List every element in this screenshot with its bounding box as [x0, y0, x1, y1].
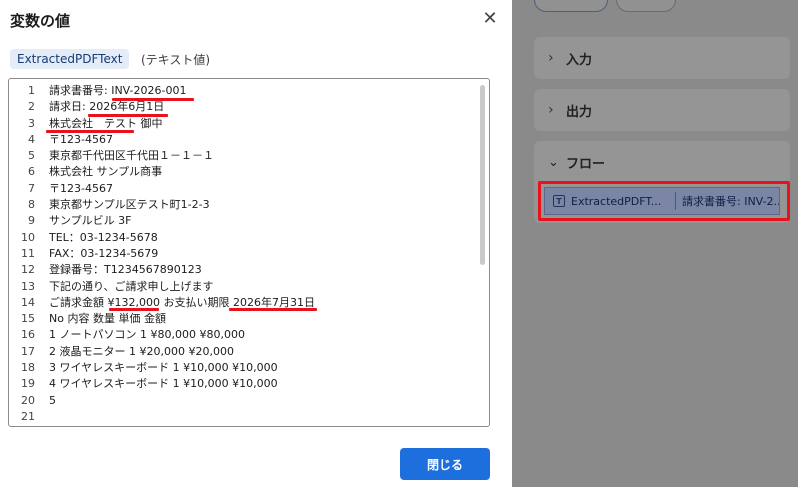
- line-text: 4 ワイヤレスキーボード 1 ¥10,000 ¥10,000: [49, 377, 278, 391]
- line-number: 11: [21, 246, 35, 260]
- annotation-underline: [229, 308, 317, 311]
- line-number: 19: [21, 377, 35, 391]
- line-number: 8: [28, 198, 35, 212]
- close-button[interactable]: 閉じる: [400, 448, 490, 480]
- line-number: 10: [21, 230, 35, 244]
- line-text: 下記の通り、ご請求申し上げます: [49, 279, 214, 293]
- text-line: 16 1 ノートパソコン 1 ¥80,000 ¥80,000: [9, 327, 479, 343]
- background-tab-pill: [616, 0, 676, 12]
- line-text: TEL：03-1234-5678: [49, 230, 158, 244]
- text-line: 9 サンプルビル 3F: [9, 213, 479, 229]
- text-line: 8 東京都サンプル区テスト町1-2-3: [9, 197, 479, 213]
- text-line: 10 TEL：03-1234-5678: [9, 230, 479, 246]
- flow-variable-value: 請求書番号: INV-2...: [682, 195, 779, 208]
- line-text: 3 ワイヤレスキーボード 1 ¥10,000 ¥10,000: [49, 361, 278, 375]
- text-line: 12 登録番号：T1234567890123: [9, 262, 479, 278]
- variable-name-chip: ExtractedPDFText: [10, 49, 130, 69]
- line-number: 1: [28, 84, 35, 97]
- section-input-label: 入力: [566, 52, 593, 68]
- line-number: 21: [21, 409, 35, 423]
- chevron-right-icon: ›: [548, 102, 554, 118]
- divider: [675, 192, 676, 210]
- line-text: 登録番号：T1234567890123: [49, 263, 202, 277]
- line-number: 15: [21, 312, 35, 326]
- dialog-title: 変数の値: [10, 12, 71, 30]
- text-line: 1 請求書番号: INV-2026-001: [9, 83, 479, 99]
- annotation-underline: [109, 308, 159, 311]
- line-text: 請求書番号: INV-2026-001: [49, 84, 187, 97]
- text-line: 19 4 ワイヤレスキーボード 1 ¥10,000 ¥10,000: [9, 376, 479, 392]
- variable-type-label: (テキスト値): [141, 53, 211, 67]
- line-number: 17: [21, 344, 35, 358]
- text-variable-icon: T: [553, 195, 565, 207]
- scrollbar-thumb[interactable]: [480, 85, 485, 265]
- flow-variable-name: ExtractedPDFT...: [571, 194, 662, 208]
- line-text: FAX：03-1234-5679: [49, 246, 159, 260]
- text-line: 13 下記の通り、ご請求申し上げます: [9, 279, 479, 295]
- text-line: 7 〒123-4567: [9, 181, 479, 197]
- line-text: 5: [49, 393, 56, 407]
- line-number: 5: [28, 149, 35, 163]
- text-line: 17 2 液晶モニター 1 ¥20,000 ¥20,000: [9, 344, 479, 360]
- line-number: 6: [28, 165, 35, 179]
- text-line: 2 請求日: 2026年6月1日: [9, 99, 479, 115]
- text-line: 4 〒123-4567: [9, 132, 479, 148]
- variable-value-dialog: 変数の値 ✕ ExtractedPDFText (テキスト値) 1 請求書番号: …: [0, 0, 512, 487]
- line-number: 14: [21, 295, 35, 309]
- line-text: 東京都サンプル区テスト町1-2-3: [49, 198, 210, 212]
- line-text: No 内容 数量 単価 金額: [49, 312, 166, 326]
- line-number: 4: [28, 132, 35, 146]
- annotation-underline: [112, 98, 194, 101]
- line-number: 3: [28, 116, 35, 130]
- line-number: 7: [28, 181, 35, 195]
- text-lines: 1 請求書番号: INV-2026-001 2 請求日: 2026年6月1日 3 株式会社…: [9, 83, 479, 425]
- text-line: 6 株式会社 サンプル商事: [9, 164, 479, 180]
- line-text: 〒123-4567: [49, 132, 113, 146]
- line-text: 株式会社 サンプル商事: [49, 165, 163, 179]
- flow-variable-chip[interactable]: T ExtractedPDFT... 請求書番号: INV-2...: [544, 187, 780, 215]
- section-flow-header[interactable]: ⌄ フロー: [534, 141, 790, 184]
- chevron-down-icon: ⌄: [548, 155, 559, 170]
- section-input[interactable]: › 入力: [534, 37, 790, 79]
- section-flow-label: フロー: [566, 157, 606, 172]
- line-number: 12: [21, 263, 35, 277]
- section-output[interactable]: › 出力: [534, 89, 790, 131]
- annotation-underline: [88, 114, 168, 117]
- text-line: 20 5: [9, 393, 479, 409]
- line-number: 2: [28, 100, 35, 114]
- line-text: 1 ノートパソコン 1 ¥80,000 ¥80,000: [49, 328, 245, 342]
- section-output-label: 出力: [566, 104, 593, 120]
- text-line: 5 東京都千代田区千代田１－１－１: [9, 148, 479, 164]
- chevron-right-icon: ›: [548, 50, 554, 66]
- line-text: 東京都千代田区千代田１－１－１: [49, 149, 214, 163]
- line-text: 2 液晶モニター 1 ¥20,000 ¥20,000: [49, 344, 234, 358]
- line-number: 18: [21, 361, 35, 375]
- line-number: 20: [21, 393, 35, 407]
- background-tab-pill: [534, 0, 608, 12]
- text-line: 15 No 内容 数量 単価 金額: [9, 311, 479, 327]
- line-text: 〒123-4567: [49, 181, 113, 195]
- line-number: 16: [21, 328, 35, 342]
- text-line: 11 FAX：03-1234-5679: [9, 246, 479, 262]
- text-line: 21: [9, 409, 479, 425]
- line-text: サンプルビル 3F: [49, 214, 132, 228]
- text-line: 18 3 ワイヤレスキーボード 1 ¥10,000 ¥10,000: [9, 360, 479, 376]
- line-number: 13: [21, 279, 35, 293]
- close-icon[interactable]: ✕: [480, 10, 500, 30]
- line-number: 9: [28, 214, 35, 228]
- background-app-panel: › 入力 › 出力 ⌄ フロー: [512, 0, 798, 487]
- annotation-underline: [46, 130, 134, 133]
